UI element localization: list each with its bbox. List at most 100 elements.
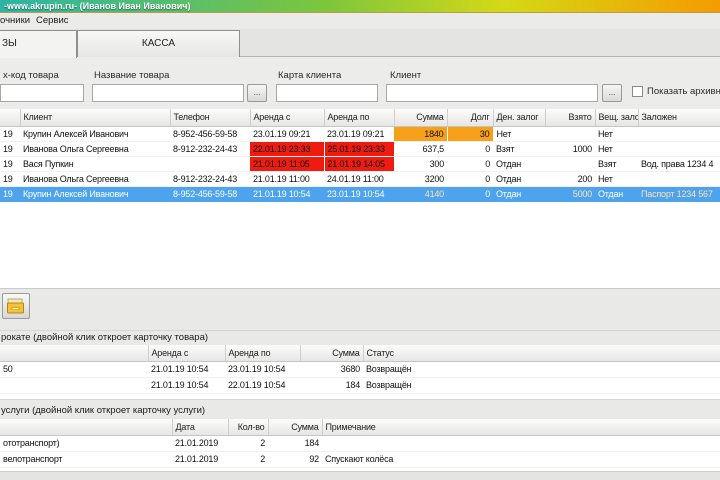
cell: 0 (447, 171, 493, 187)
table-row[interactable]: ототранспорт) 21.01.2019 2 184 (0, 435, 720, 452)
client-filter-input[interactable] (386, 84, 598, 102)
column-header[interactable] (0, 419, 173, 436)
show-archive-label: Показать архивные (647, 86, 720, 97)
menu-bar: очники Сервис (0, 13, 720, 29)
table-row[interactable]: 19 Иванова Ольга Сергеевна 8-912-232-24-43… (0, 141, 720, 157)
contracts-header-row: Клиент Телефон Аренда с Аренда по Сумма Долг Д… (0, 109, 720, 127)
cell: Взят (595, 156, 638, 172)
cell: 22.01.19 10:54 (225, 377, 300, 394)
cell: 23.01.19 09:21 (324, 126, 394, 142)
column-header[interactable] (0, 345, 149, 362)
cell: ототранспорт) (0, 435, 172, 452)
cell: 3680 (300, 361, 363, 378)
cell: Нет (595, 126, 638, 142)
column-header[interactable]: Аренда с (148, 345, 226, 362)
cell: 25.01.19 23:33 (324, 141, 395, 157)
column-header[interactable]: Клиент (20, 109, 171, 127)
cell: 23.01.19 09:21 (250, 126, 324, 142)
cell: Нет (493, 126, 545, 142)
cell (638, 171, 720, 187)
cell: 21.01.19 10:54 (148, 377, 225, 394)
filter-panel: х-код товара Название товара ... Карта к… (0, 57, 720, 109)
checkbox-icon (632, 86, 643, 97)
barcode-filter-input[interactable] (0, 84, 84, 102)
card-filter-input[interactable] (276, 84, 378, 102)
product-filter-label: Название товара (94, 70, 170, 81)
column-header[interactable]: Заложен (638, 109, 720, 127)
column-header[interactable]: Аренда по (225, 345, 301, 362)
product-filter-input[interactable] (92, 84, 244, 102)
cell: 8-912-232-24-43 (170, 171, 250, 187)
table-row[interactable]: 19 Крупин Алексей Иванович 8-952-456-59-58… (0, 186, 720, 202)
column-header[interactable]: Сумма (268, 419, 323, 436)
cell (322, 435, 720, 452)
tab-strip: ЗЫ КАССА (0, 29, 720, 58)
cell: 21.01.19 14:05 (324, 156, 395, 172)
cell: Крупин Алексей Иванович (20, 186, 170, 202)
cell: Нет (595, 171, 638, 187)
rented-items-section-title: рокате (двойной клик откроет карточку то… (1, 332, 209, 343)
product-browse-button[interactable]: ... (247, 84, 267, 102)
cell: Отдан (493, 186, 545, 202)
column-header[interactable]: Кол-во (228, 419, 269, 436)
cell: 23.01.19 10:54 (324, 186, 394, 202)
cell: Иванова Ольга Сергеевна (20, 171, 170, 187)
contracts-table-area: Клиент Телефон Аренда с Аренда по Сумма Долг Д… (0, 109, 720, 288)
rented-items-table: Аренда с Аренда по Сумма Статус 50 21.01.19 … (0, 345, 720, 394)
cell: Крупин Алексей Иванович (20, 126, 170, 142)
cell: 637,5 (394, 141, 447, 157)
cell: Вася Пупкин (20, 156, 170, 172)
tab-orders[interactable]: ЗЫ (0, 30, 77, 58)
section-divider (0, 330, 720, 331)
column-header[interactable] (0, 109, 21, 127)
table-row[interactable]: 21.01.19 10:54 22.01.19 10:54 184 Возвращён (0, 377, 720, 394)
toolbar-band: рокате (двойной клик откроет карточку то… (0, 288, 720, 345)
column-header[interactable]: Дата (172, 419, 229, 436)
column-header[interactable]: Примечание (322, 419, 720, 436)
rented-items-table-area: Аренда с Аренда по Сумма Статус 50 21.01.19 … (0, 345, 720, 399)
cell (545, 126, 595, 142)
cell: 21.01.19 11:05 (250, 156, 325, 172)
column-header[interactable]: Аренда с (250, 109, 325, 127)
table-row[interactable]: 19 Вася Пупкин 21.01.19 11:05 21.01.19 14:0… (0, 156, 720, 172)
table-row[interactable]: 19 Крупин Алексей Иванович 8-952-456-59-58… (0, 126, 720, 142)
column-header[interactable]: Сумма (300, 345, 364, 362)
cell: Отдан (493, 171, 545, 187)
cell: Спускают колёса (322, 451, 720, 468)
cell: Отдан (595, 186, 638, 202)
window-titlebar[interactable]: -www.akrupin.ru- (Иванов Иван Иванович) (0, 0, 720, 13)
column-header[interactable]: Долг (447, 109, 494, 127)
cell: 3200 (394, 171, 447, 187)
column-header[interactable]: Ден. залог (493, 109, 546, 127)
show-archive-checkbox[interactable]: Показать архивные (632, 86, 720, 97)
table-row[interactable]: велотранспорт 21.01.2019 2 92 Спускают колёс… (0, 451, 720, 468)
cell: 184 (268, 435, 322, 452)
cell: Взят (493, 141, 545, 157)
cell: 21.01.2019 (172, 435, 228, 452)
tab-orders-label: ЗЫ (2, 38, 17, 49)
menu-item-servis[interactable]: Сервис (36, 15, 69, 26)
cell: 0 (447, 141, 493, 157)
table-row[interactable]: 50 21.01.19 10:54 23.01.19 10:54 3680 Возвра… (0, 361, 720, 378)
column-header[interactable]: Сумма (394, 109, 448, 127)
column-header[interactable]: Статус (363, 345, 720, 362)
menu-item-spravochniki[interactable]: очники (0, 15, 30, 26)
column-header[interactable]: Вещ. залог (595, 109, 639, 127)
cell: 23.01.19 10:54 (225, 361, 300, 378)
return-item-button[interactable] (2, 293, 30, 319)
cell: 1840 (394, 126, 448, 142)
column-header[interactable]: Взято (545, 109, 596, 127)
cell: 92 (268, 451, 322, 468)
cell: 19 (0, 156, 20, 172)
cell: 184 (300, 377, 363, 394)
tab-cashbox[interactable]: КАССА (77, 30, 240, 57)
column-header[interactable]: Телефон (170, 109, 251, 127)
cell: 2 (228, 451, 268, 468)
window-title: -www.akrupin.ru- (Иванов Иван Иванович) (4, 1, 191, 11)
cell: 19 (0, 141, 20, 157)
client-browse-button[interactable]: ... (602, 84, 622, 102)
column-header[interactable]: Аренда по (324, 109, 395, 127)
cell: Иванова Ольга Сергеевна (20, 141, 170, 157)
services-section-band: услуги (двойной клик откроет карточку ус… (0, 399, 720, 419)
table-row[interactable]: 19 Иванова Ольга Сергеевна 8-912-232-24-43… (0, 171, 720, 187)
